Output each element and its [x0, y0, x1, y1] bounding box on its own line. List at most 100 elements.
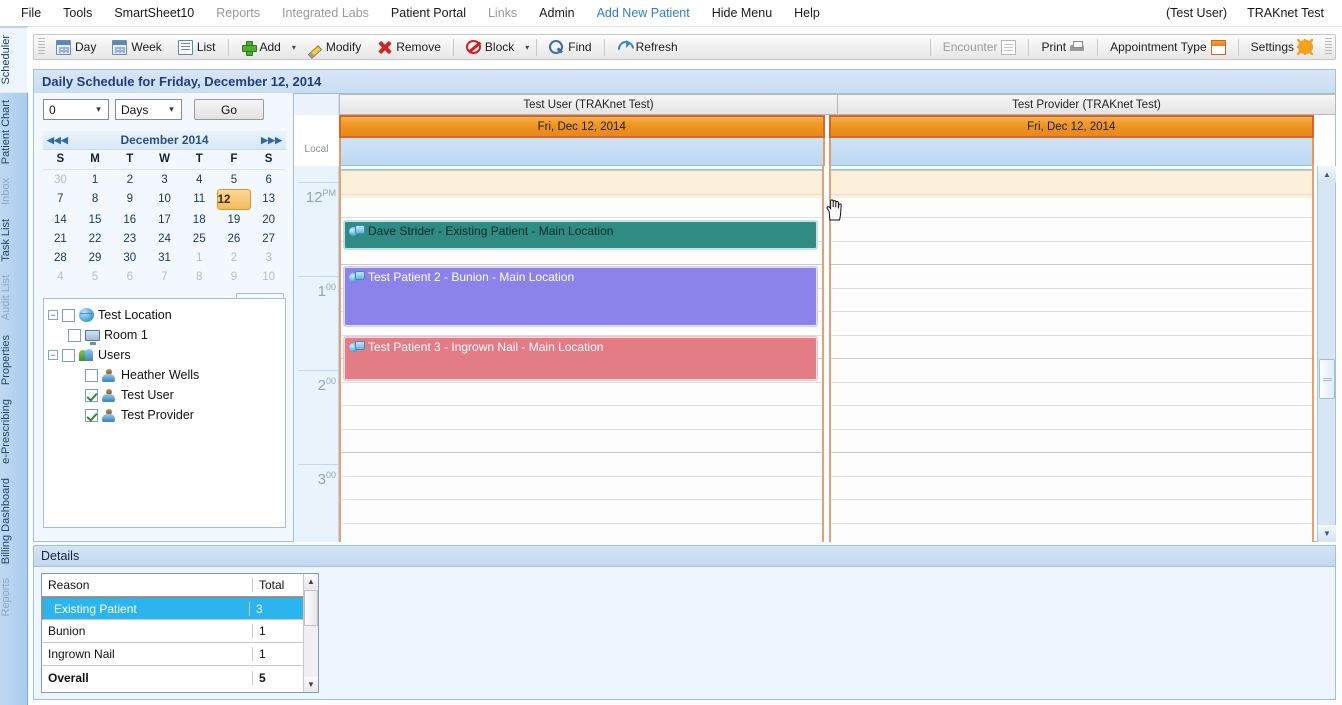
- table-row[interactable]: Ingrown Nail 1: [42, 643, 318, 666]
- appointment-block[interactable]: Test Patient 3 - Ingrown Nail - Main Loc…: [343, 336, 818, 381]
- all-day-cell[interactable]: [339, 138, 825, 166]
- block-time-button[interactable]: Block: [458, 36, 522, 58]
- calendar-day[interactable]: 6: [251, 170, 286, 189]
- rail-tab-audit-list[interactable]: Audit List: [0, 268, 28, 327]
- rail-tab-e-prescribing[interactable]: e-Prescribing: [0, 392, 28, 471]
- encounter-button[interactable]: Encounter: [935, 36, 1025, 59]
- menu-item-file[interactable]: File: [10, 2, 52, 24]
- list-view-button[interactable]: List: [170, 36, 224, 59]
- calendar-day[interactable]: 8: [78, 189, 113, 210]
- jump-count-select[interactable]: 0 ▾: [43, 99, 109, 120]
- calendar-day[interactable]: 15: [78, 210, 113, 229]
- calendar-day[interactable]: 4: [43, 267, 78, 286]
- menu-item-smartsheet10[interactable]: SmartSheet10: [103, 2, 205, 24]
- appointment-type-button[interactable]: Appointment Type: [1102, 36, 1234, 59]
- calendar-day[interactable]: 23: [112, 229, 147, 248]
- calendar-day[interactable]: 20: [251, 210, 286, 229]
- calendar-day[interactable]: 9: [217, 267, 252, 286]
- tree-node[interactable]: − Users: [48, 345, 281, 365]
- calendar-day[interactable]: 5: [78, 267, 113, 286]
- block-dropdown-caret[interactable]: ▾: [522, 43, 532, 52]
- rail-tab-reports[interactable]: Reports: [0, 571, 28, 624]
- calendar-day[interactable]: 29: [78, 248, 113, 267]
- tree-node[interactable]: Heather Wells: [48, 365, 281, 385]
- reason-table-scrollbar[interactable]: ▲ ▼: [303, 574, 318, 692]
- tree-node[interactable]: Test Provider: [48, 405, 281, 425]
- jump-unit-select[interactable]: Days ▾: [115, 99, 182, 120]
- calendar-last-year-button[interactable]: ▶▶: [268, 135, 282, 146]
- calendar-day[interactable]: 17: [147, 210, 182, 229]
- rail-tab-task-list[interactable]: Task List: [0, 212, 28, 269]
- tree-node-checkbox[interactable]: [68, 328, 81, 342]
- calendar-day[interactable]: 21: [43, 229, 78, 248]
- calendar-day[interactable]: 2: [217, 248, 252, 267]
- week-view-button[interactable]: Week: [104, 36, 169, 59]
- appointment-block[interactable]: Test Patient 2 - Bunion - Main Location: [343, 266, 818, 327]
- add-appointment-button[interactable]: Add: [233, 36, 289, 59]
- calendar-day[interactable]: 13: [251, 189, 286, 210]
- tree-node-checkbox[interactable]: [85, 408, 98, 422]
- rail-tab-billing-dashboard[interactable]: Billing Dashboard: [0, 471, 28, 571]
- go-button[interactable]: Go: [194, 99, 264, 120]
- calendar-day[interactable]: 16: [112, 210, 147, 229]
- provider-column-header[interactable]: Test Provider (TRAKnet Test): [838, 94, 1336, 115]
- settings-button[interactable]: Settings: [1243, 36, 1321, 58]
- toolbar-drag-handle[interactable]: [38, 38, 45, 56]
- tree-node-checkbox[interactable]: [62, 348, 75, 362]
- tree-node-checkbox[interactable]: [85, 388, 98, 402]
- menu-item-hide-menu[interactable]: Hide Menu: [701, 2, 783, 24]
- rail-tab-properties[interactable]: Properties: [0, 328, 28, 392]
- calendar-day[interactable]: 4: [182, 170, 217, 189]
- calendar-day[interactable]: 1: [182, 248, 217, 267]
- menu-item-integrated-labs[interactable]: Integrated Labs: [271, 2, 380, 24]
- calendar-day[interactable]: 10: [147, 189, 182, 210]
- calendar-day[interactable]: 8: [182, 267, 217, 286]
- tree-node-checkbox[interactable]: [62, 308, 75, 322]
- column-date-header[interactable]: Fri, Dec 12, 2014: [828, 115, 1314, 138]
- scroll-down-arrow[interactable]: ▼: [1318, 525, 1336, 542]
- rail-tab-patient-chart[interactable]: Patient Chart: [0, 93, 28, 171]
- calendar-day[interactable]: 28: [43, 248, 78, 267]
- scrollbar-thumb[interactable]: [1319, 359, 1335, 399]
- calendar-day[interactable]: 2: [112, 170, 147, 189]
- schedule-vertical-scrollbar[interactable]: ▲ ▼: [1317, 166, 1336, 542]
- menu-item-patient-portal[interactable]: Patient Portal: [380, 2, 477, 24]
- calendar-day[interactable]: 10: [251, 267, 286, 286]
- calendar-day[interactable]: 9: [112, 189, 147, 210]
- tree-node[interactable]: Room 1: [48, 325, 281, 345]
- calendar-day[interactable]: 26: [217, 229, 252, 248]
- schedule-column[interactable]: [829, 166, 1314, 542]
- menu-item-reports[interactable]: Reports: [205, 2, 271, 24]
- all-day-cell[interactable]: [828, 138, 1314, 166]
- modify-appointment-button[interactable]: Modify: [299, 36, 369, 59]
- calendar-day[interactable]: 19: [217, 210, 252, 229]
- day-view-button[interactable]: Day: [48, 36, 104, 59]
- calendar-day[interactable]: 1: [78, 170, 113, 189]
- find-button[interactable]: Find: [541, 36, 599, 59]
- column-date-header[interactable]: Fri, Dec 12, 2014: [339, 115, 825, 138]
- add-dropdown-caret[interactable]: ▾: [289, 43, 299, 52]
- provider-column-header[interactable]: Test User (TRAKnet Test): [339, 94, 838, 115]
- calendar-day[interactable]: 3: [251, 248, 286, 267]
- reason-scrollbar-thumb[interactable]: [304, 590, 318, 626]
- calendar-prev-month-button[interactable]: ◀: [61, 135, 68, 146]
- calendar-day[interactable]: 27: [251, 229, 286, 248]
- menu-item-add-new-patient[interactable]: Add New Patient: [586, 2, 701, 24]
- toolbar-overflow-handle[interactable]: [1325, 38, 1332, 56]
- print-button[interactable]: Print: [1033, 36, 1093, 59]
- calendar-day[interactable]: 5: [217, 170, 252, 189]
- table-row[interactable]: Bunion 1: [42, 620, 318, 643]
- table-row[interactable]: Existing Patient 3: [42, 597, 318, 620]
- reason-scroll-up[interactable]: ▲: [304, 574, 318, 589]
- calendar-day[interactable]: 11: [182, 189, 217, 210]
- calendar-day[interactable]: 3: [147, 170, 182, 189]
- tree-expander-icon[interactable]: −: [48, 350, 58, 360]
- calendar-day[interactable]: 25: [182, 229, 217, 248]
- menu-item-help[interactable]: Help: [783, 2, 831, 24]
- remove-appointment-button[interactable]: Remove: [369, 36, 449, 59]
- calendar-day[interactable]: 18: [182, 210, 217, 229]
- rail-tab-scheduler[interactable]: Scheduler: [0, 27, 28, 93]
- scroll-up-arrow[interactable]: ▲: [1318, 166, 1336, 183]
- menu-item-tools[interactable]: Tools: [52, 2, 103, 24]
- calendar-day[interactable]: 7: [43, 189, 78, 210]
